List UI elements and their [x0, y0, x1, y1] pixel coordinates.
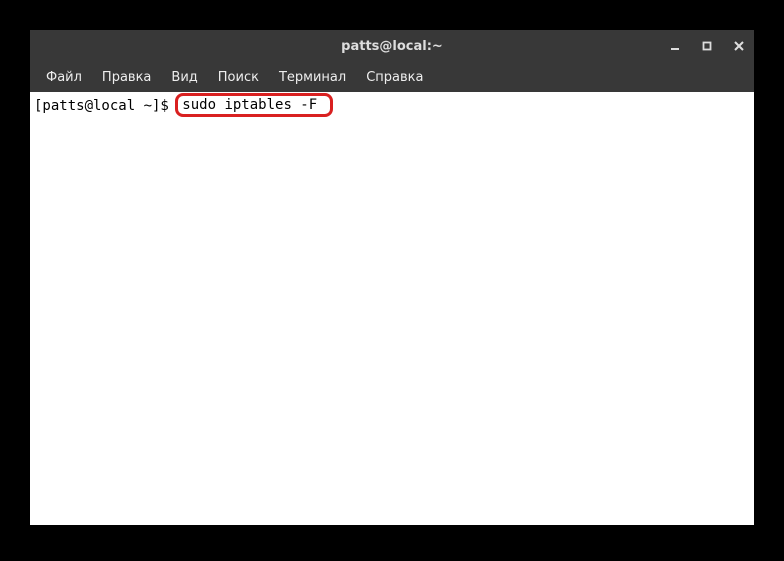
minimize-icon — [670, 41, 680, 51]
minimize-button[interactable] — [666, 37, 684, 55]
window-title: patts@local:~ — [341, 39, 443, 54]
menu-help[interactable]: Справка — [356, 66, 433, 89]
menu-view[interactable]: Вид — [161, 66, 207, 89]
terminal-area[interactable]: [patts@local ~]$ sudo iptables -F — [30, 92, 754, 525]
window-controls — [666, 37, 748, 55]
menu-terminal[interactable]: Терминал — [269, 66, 356, 89]
terminal-line: [patts@local ~]$ sudo iptables -F — [34, 94, 750, 118]
menu-edit[interactable]: Правка — [92, 66, 161, 89]
shell-prompt: [patts@local ~]$ — [34, 97, 177, 115]
menubar: Файл Правка Вид Поиск Терминал Справка — [30, 62, 754, 92]
menu-file[interactable]: Файл — [36, 66, 92, 89]
titlebar[interactable]: patts@local:~ — [30, 30, 754, 62]
highlighted-command: sudo iptables -F — [175, 93, 332, 117]
terminal-window: patts@local:~ Файл Правка Вид — [30, 30, 754, 525]
maximize-button[interactable] — [698, 37, 716, 55]
menu-search[interactable]: Поиск — [208, 66, 269, 89]
close-button[interactable] — [730, 37, 748, 55]
close-icon — [734, 41, 744, 51]
maximize-icon — [702, 41, 712, 51]
